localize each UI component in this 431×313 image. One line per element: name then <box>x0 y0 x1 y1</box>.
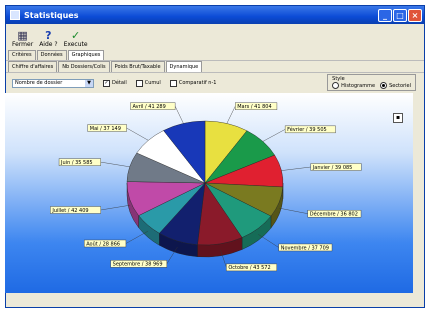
checkbox-empty-icon <box>135 79 143 87</box>
close-tool-label: Fermer <box>12 41 34 48</box>
app-icon <box>10 10 20 20</box>
slice-label: Juillet / 42 409 <box>51 208 88 214</box>
sectoriel-radio[interactable]: Sectoriel <box>380 82 411 89</box>
pie-leader-line <box>174 106 184 124</box>
pie-leader-line <box>100 205 130 211</box>
help-tool-button[interactable]: ? Aide ? <box>39 28 58 49</box>
subtab-dynamique[interactable]: Dynamique <box>165 61 203 72</box>
close-button[interactable]: × <box>408 8 422 22</box>
window-title: Statistiques <box>24 10 79 20</box>
checkbox-empty-icon <box>169 79 177 87</box>
close-folder-icon: ▦ <box>17 28 28 42</box>
help-tool-label: Aide ? <box>39 41 58 48</box>
title-bar: Statistiques _ □ × <box>6 6 424 24</box>
tab-donnees[interactable]: Données <box>36 50 67 60</box>
style-group: Style Histogramme Sectoriel <box>327 74 416 91</box>
pie-chart: Mars / 41 804 Février / 39 505 Janvier / 3… <box>50 102 362 271</box>
help-icon: ? <box>45 28 52 42</box>
toolbar: ▦ Fermer ? Aide ? ✓ Execute <box>6 24 424 50</box>
subtab-poids[interactable]: Poids Brut/Taxable <box>110 61 165 72</box>
pie-leader-line <box>262 129 286 142</box>
histogram-label: Histogramme <box>341 83 376 89</box>
main-tabs: Critères Données Graphiques <box>6 50 424 60</box>
radio-icon <box>332 82 340 89</box>
subtab-nb-dossiers[interactable]: Nb Dossiers/Colis <box>58 61 110 72</box>
chart-options-button[interactable]: ▪ <box>393 113 403 123</box>
detail-checkbox[interactable]: ✓ Détail <box>103 79 127 87</box>
window-controls: _ □ × <box>378 8 424 22</box>
subtab-chiffre-affaires[interactable]: Chiffre d'affaires <box>8 61 58 72</box>
slice-label: Août / 28 866 <box>86 240 120 247</box>
pie-chart-area: Mars / 41 804 Février / 39 505 Janvier / 3… <box>5 93 413 293</box>
close-tool-button[interactable]: ▦ Fermer <box>12 28 34 49</box>
pie-leader-line <box>279 207 308 214</box>
checkbox-checked-icon: ✓ <box>103 79 110 87</box>
slice-label: Septembre / 38 969 <box>113 262 163 268</box>
slice-label: Avril / 41 289 <box>133 104 166 110</box>
slice-label: Juin / 35 585 <box>60 160 93 166</box>
pie-leader-line <box>258 234 279 248</box>
slice-label: Novembre / 37 709 <box>281 245 329 251</box>
maximize-button[interactable]: □ <box>393 8 407 22</box>
slice-label: Mars / 41 804 <box>237 104 271 110</box>
sectoriel-label: Sectoriel <box>389 83 411 89</box>
cumul-checkbox[interactable]: Cumul <box>135 79 161 87</box>
chart-subtabs: Chiffre d'affaires Nb Dossiers/Colis Poi… <box>6 60 424 72</box>
slice-label: Décembre / 36 802 <box>310 210 358 217</box>
tab-criteres[interactable]: Critères <box>8 50 36 60</box>
tab-graphiques[interactable]: Graphiques <box>67 50 105 60</box>
comparatif-checkbox[interactable]: Comparatif n-1 <box>169 79 217 87</box>
pie-leader-line <box>125 231 148 244</box>
execute-tool-button[interactable]: ✓ Execute <box>63 28 88 49</box>
radio-selected-icon <box>380 82 388 89</box>
chevron-down-icon: ▼ <box>85 79 93 87</box>
checkmark-icon: ✓ <box>70 28 81 42</box>
minimize-button[interactable]: _ <box>378 8 392 22</box>
cumul-label: Cumul <box>144 80 161 86</box>
detail-label: Détail <box>112 80 127 86</box>
comparatif-label: Comparatif n-1 <box>178 80 217 86</box>
measure-select[interactable]: Nombre de dossier ▼ <box>12 78 94 88</box>
pie-leader-line <box>126 127 149 141</box>
slice-label: Février / 39 505 <box>287 126 327 133</box>
measure-select-value: Nombre de dossier <box>15 80 63 86</box>
pie-leader-line <box>100 161 130 168</box>
slice-label: Octobre / 43 572 <box>228 265 270 271</box>
slice-label: Janvier / 39 085 <box>312 165 353 171</box>
execute-tool-label: Execute <box>63 41 88 48</box>
options-bar: Nombre de dossier ▼ ✓ Détail Cumul Compa… <box>6 72 424 93</box>
pie-leader-line <box>281 166 311 171</box>
pie-leader-line <box>226 106 236 124</box>
histogram-radio[interactable]: Histogramme <box>332 82 375 89</box>
slice-label: Mai / 37 149 <box>90 126 121 132</box>
